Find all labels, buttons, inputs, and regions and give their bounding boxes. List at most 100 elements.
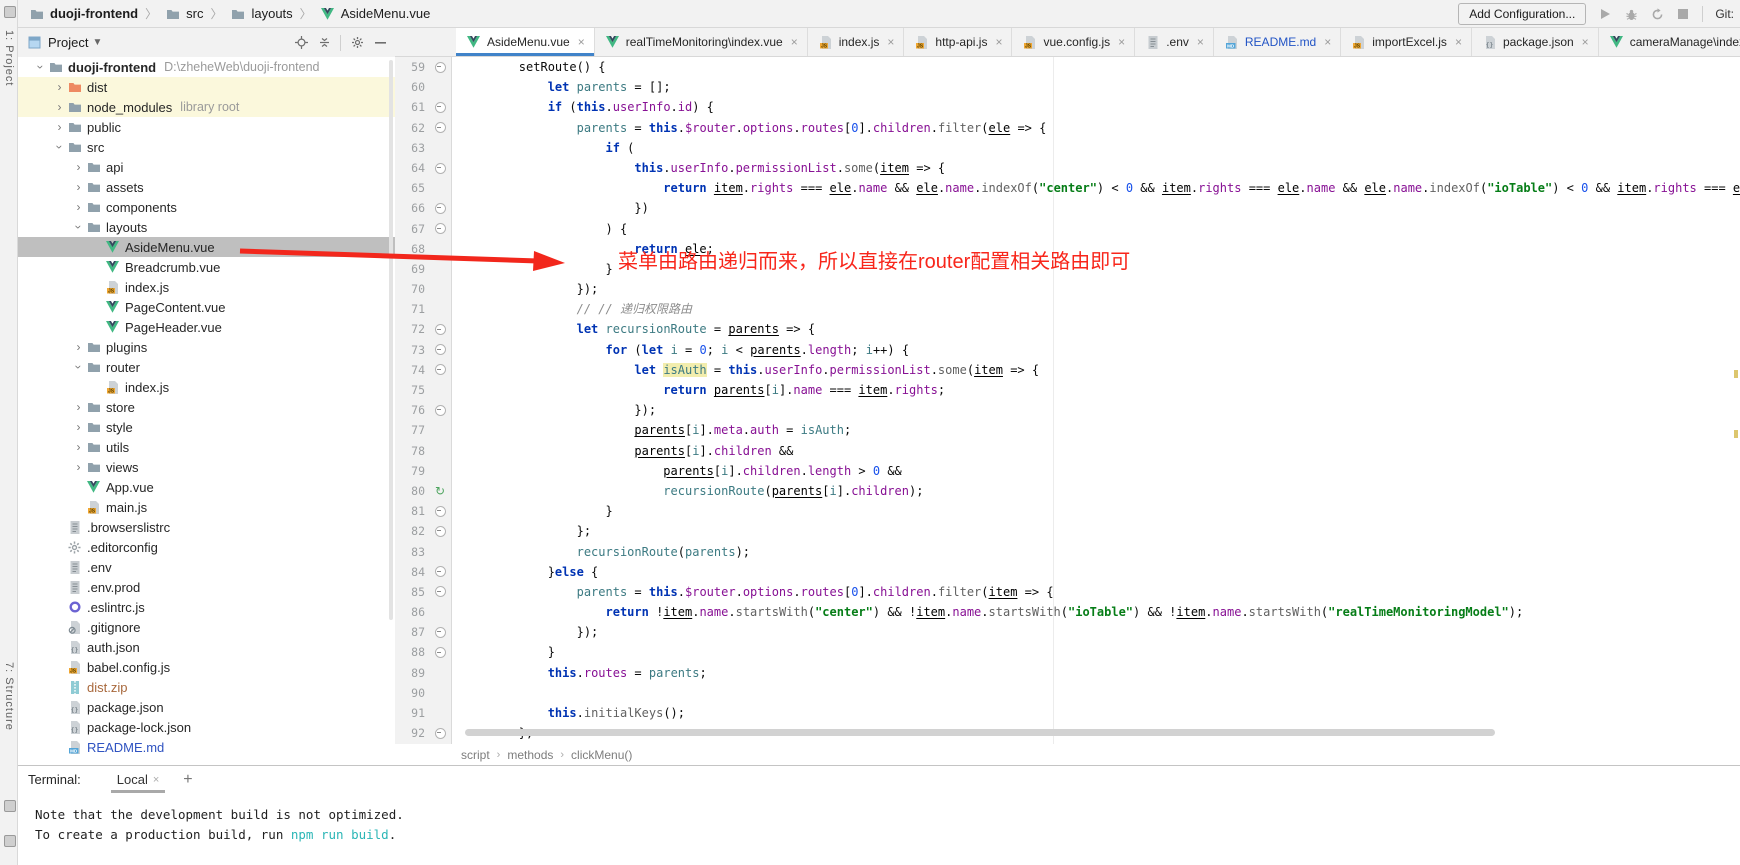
code-line-80[interactable]: 80↻ recursionRoute(parents[i].children); bbox=[395, 481, 1740, 501]
tree-item-pageheader.vue[interactable]: PageHeader.vue bbox=[18, 317, 395, 337]
code-line-79[interactable]: 79 parents[i].children.length > 0 && bbox=[395, 461, 1740, 481]
chevron-right-icon[interactable]: › bbox=[53, 80, 66, 94]
fold-toggle-icon[interactable] bbox=[429, 158, 451, 178]
tree-item-api[interactable]: ›api bbox=[18, 157, 395, 177]
tree-item-pagecontent.vue[interactable]: PageContent.vue bbox=[18, 297, 395, 317]
editor-tab[interactable]: JShttp-api.js× bbox=[904, 28, 1012, 56]
terminal-output[interactable]: Note that the development build is not o… bbox=[18, 793, 1740, 844]
chevron-down-icon[interactable]: › bbox=[72, 221, 86, 234]
gear-icon[interactable] bbox=[350, 36, 364, 50]
code-line-70[interactable]: 70 }); bbox=[395, 279, 1740, 299]
fold-toggle-icon[interactable] bbox=[429, 723, 451, 743]
tree-item-.editorconfig[interactable]: .editorconfig bbox=[18, 537, 395, 557]
code-editor[interactable]: 59 setRoute() {60 let parents = [];61 if… bbox=[395, 57, 1740, 744]
chevron-right-icon[interactable]: › bbox=[72, 160, 85, 174]
code-line-67[interactable]: 67 ) { bbox=[395, 219, 1740, 239]
tree-item-package-lock.json[interactable]: {}package-lock.json bbox=[18, 717, 395, 737]
tree-scrollbar[interactable] bbox=[389, 60, 393, 620]
code-line-75[interactable]: 75 return parents[i].name === item.right… bbox=[395, 380, 1740, 400]
tree-item-.eslintrc.js[interactable]: .eslintrc.js bbox=[18, 597, 395, 617]
locate-file-icon[interactable] bbox=[294, 36, 308, 50]
chevron-right-icon[interactable]: › bbox=[72, 420, 85, 434]
fold-toggle-icon[interactable] bbox=[429, 360, 451, 380]
code-line-64[interactable]: 64 this.userInfo.permissionList.some(ite… bbox=[395, 158, 1740, 178]
debug-icon[interactable] bbox=[1624, 7, 1638, 21]
tree-item-node-modules[interactable]: ›node_moduleslibrary root bbox=[18, 97, 395, 117]
fold-toggle-icon[interactable] bbox=[429, 219, 451, 239]
code-line-88[interactable]: 88 } bbox=[395, 642, 1740, 662]
hide-panel-icon[interactable] bbox=[373, 36, 387, 50]
editor-tab[interactable]: cameraManage\index.vue× bbox=[1599, 28, 1740, 56]
fold-toggle-icon[interactable] bbox=[429, 582, 451, 602]
chevron-right-icon[interactable]: › bbox=[72, 440, 85, 454]
code-breadcrumb-item[interactable]: clickMenu() bbox=[571, 748, 632, 762]
code-line-89[interactable]: 89 this.routes = parents; bbox=[395, 663, 1740, 683]
tree-item-style[interactable]: ›style bbox=[18, 417, 395, 437]
code-line-63[interactable]: 63 if ( bbox=[395, 138, 1740, 158]
fold-toggle-icon[interactable] bbox=[429, 521, 451, 541]
tree-item-readme.md[interactable]: MDREADME.md bbox=[18, 737, 395, 757]
code-line-76[interactable]: 76 }); bbox=[395, 400, 1740, 420]
close-icon[interactable]: × bbox=[1197, 35, 1204, 49]
grid-icon[interactable] bbox=[4, 835, 16, 847]
tool-window-project-button[interactable]: 1: Project bbox=[3, 30, 15, 86]
code-line-62[interactable]: 62 parents = this.$router.options.routes… bbox=[395, 118, 1740, 138]
tree-item-layouts[interactable]: ›layouts bbox=[18, 217, 395, 237]
fold-toggle-icon[interactable] bbox=[429, 319, 451, 339]
tree-item-package.json[interactable]: {}package.json bbox=[18, 697, 395, 717]
tool-window-structure-button[interactable]: 7: Structure bbox=[3, 662, 15, 731]
tree-item-.env[interactable]: .env bbox=[18, 557, 395, 577]
tree-item-asidemenu.vue[interactable]: AsideMenu.vue bbox=[18, 237, 395, 257]
chevron-right-icon[interactable]: › bbox=[72, 400, 85, 414]
close-icon[interactable]: × bbox=[1582, 35, 1589, 49]
code-line-73[interactable]: 73 for (let i = 0; i < parents.length; i… bbox=[395, 340, 1740, 360]
editor-tab[interactable]: AsideMenu.vue× bbox=[456, 28, 595, 56]
fold-toggle-icon[interactable] bbox=[429, 622, 451, 642]
fold-toggle-icon[interactable] bbox=[429, 198, 451, 218]
close-icon[interactable]: × bbox=[578, 35, 585, 49]
git-label[interactable]: Git: bbox=[1715, 7, 1734, 21]
stop-icon[interactable] bbox=[1676, 7, 1690, 21]
code-line-86[interactable]: 86 return !item.name.startsWith("center"… bbox=[395, 602, 1740, 622]
chevron-right-icon[interactable]: › bbox=[72, 180, 85, 194]
chevron-right-icon[interactable]: › bbox=[72, 340, 85, 354]
chevron-down-icon[interactable]: ▼ bbox=[92, 37, 102, 48]
code-line-77[interactable]: 77 parents[i].meta.auth = isAuth; bbox=[395, 420, 1740, 440]
code-line-59[interactable]: 59 setRoute() { bbox=[395, 57, 1740, 77]
rerun-coverage-icon[interactable] bbox=[1650, 7, 1664, 21]
tree-item-router[interactable]: ›router bbox=[18, 357, 395, 377]
code-line-66[interactable]: 66 }) bbox=[395, 198, 1740, 218]
fold-toggle-icon[interactable] bbox=[429, 400, 451, 420]
error-stripe-mark[interactable] bbox=[1734, 430, 1738, 438]
editor-tab[interactable]: realTimeMonitoring\index.vue× bbox=[595, 28, 808, 56]
editor-tab[interactable]: MDREADME.md× bbox=[1214, 28, 1341, 56]
tree-item-index.js[interactable]: JSindex.js bbox=[18, 277, 395, 297]
tree-item-.env.prod[interactable]: .env.prod bbox=[18, 577, 395, 597]
code-line-74[interactable]: 74 let isAuth = this.userInfo.permission… bbox=[395, 360, 1740, 380]
tree-item-app.vue[interactable]: App.vue bbox=[18, 477, 395, 497]
fold-toggle-icon[interactable] bbox=[429, 118, 451, 138]
code-line-60[interactable]: 60 let parents = []; bbox=[395, 77, 1740, 97]
code-breadcrumb-item[interactable]: script bbox=[461, 748, 490, 762]
code-line-78[interactable]: 78 parents[i].children && bbox=[395, 441, 1740, 461]
project-panel-title[interactable]: Project bbox=[48, 35, 88, 50]
tree-item-assets[interactable]: ›assets bbox=[18, 177, 395, 197]
code-line-83[interactable]: 83 recursionRoute(parents); bbox=[395, 542, 1740, 562]
fold-toggle-icon[interactable] bbox=[429, 562, 451, 582]
tree-item-utils[interactable]: ›utils bbox=[18, 437, 395, 457]
code-line-69[interactable]: 69 } bbox=[395, 259, 1740, 279]
close-icon[interactable]: × bbox=[1118, 35, 1125, 49]
code-line-90[interactable]: 90 bbox=[395, 683, 1740, 703]
tree-item-dist[interactable]: ›dist bbox=[18, 77, 395, 97]
tree-item-src[interactable]: ›src bbox=[18, 137, 395, 157]
code-line-61[interactable]: 61 if (this.userInfo.id) { bbox=[395, 97, 1740, 117]
breadcrumb-item[interactable]: duoji-frontend bbox=[28, 6, 138, 21]
tree-item-main.js[interactable]: JSmain.js bbox=[18, 497, 395, 517]
favorites-icon[interactable] bbox=[4, 800, 16, 812]
code-breadcrumb-item[interactable]: methods bbox=[507, 748, 553, 762]
tree-item-components[interactable]: ›components bbox=[18, 197, 395, 217]
chevron-down-icon[interactable]: › bbox=[34, 61, 48, 74]
close-icon[interactable]: × bbox=[887, 35, 894, 49]
add-configuration-button[interactable]: Add Configuration... bbox=[1458, 3, 1586, 25]
code-line-65[interactable]: 65 return item.rights === ele.name && el… bbox=[395, 178, 1740, 198]
